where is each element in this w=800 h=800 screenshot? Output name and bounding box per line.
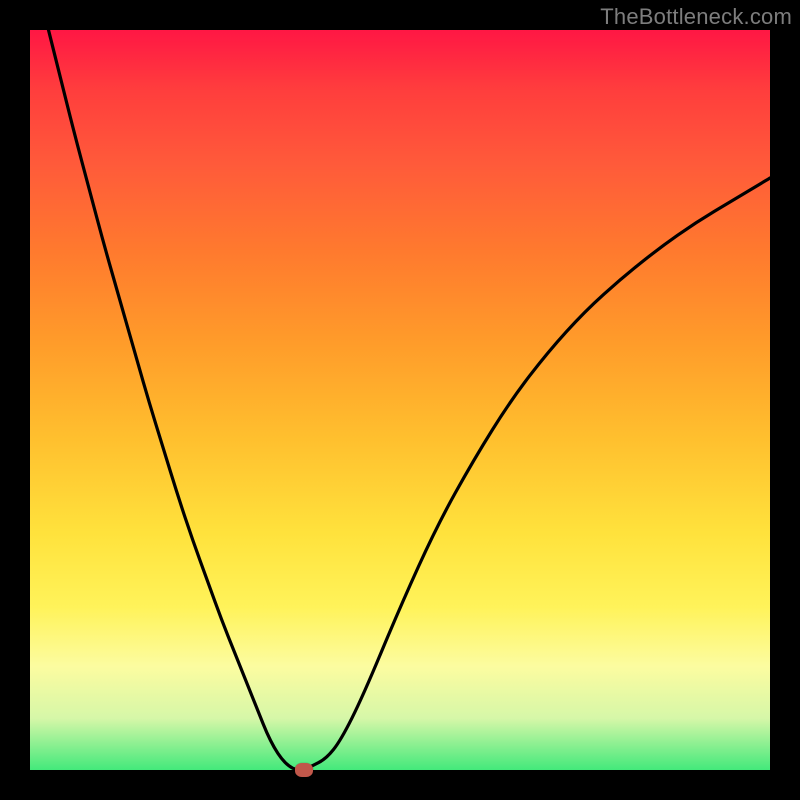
optimal-point-marker	[295, 763, 313, 777]
watermark-text: TheBottleneck.com	[600, 4, 792, 30]
bottleneck-curve	[30, 30, 770, 770]
plot-area	[30, 30, 770, 770]
chart-frame: TheBottleneck.com	[0, 0, 800, 800]
